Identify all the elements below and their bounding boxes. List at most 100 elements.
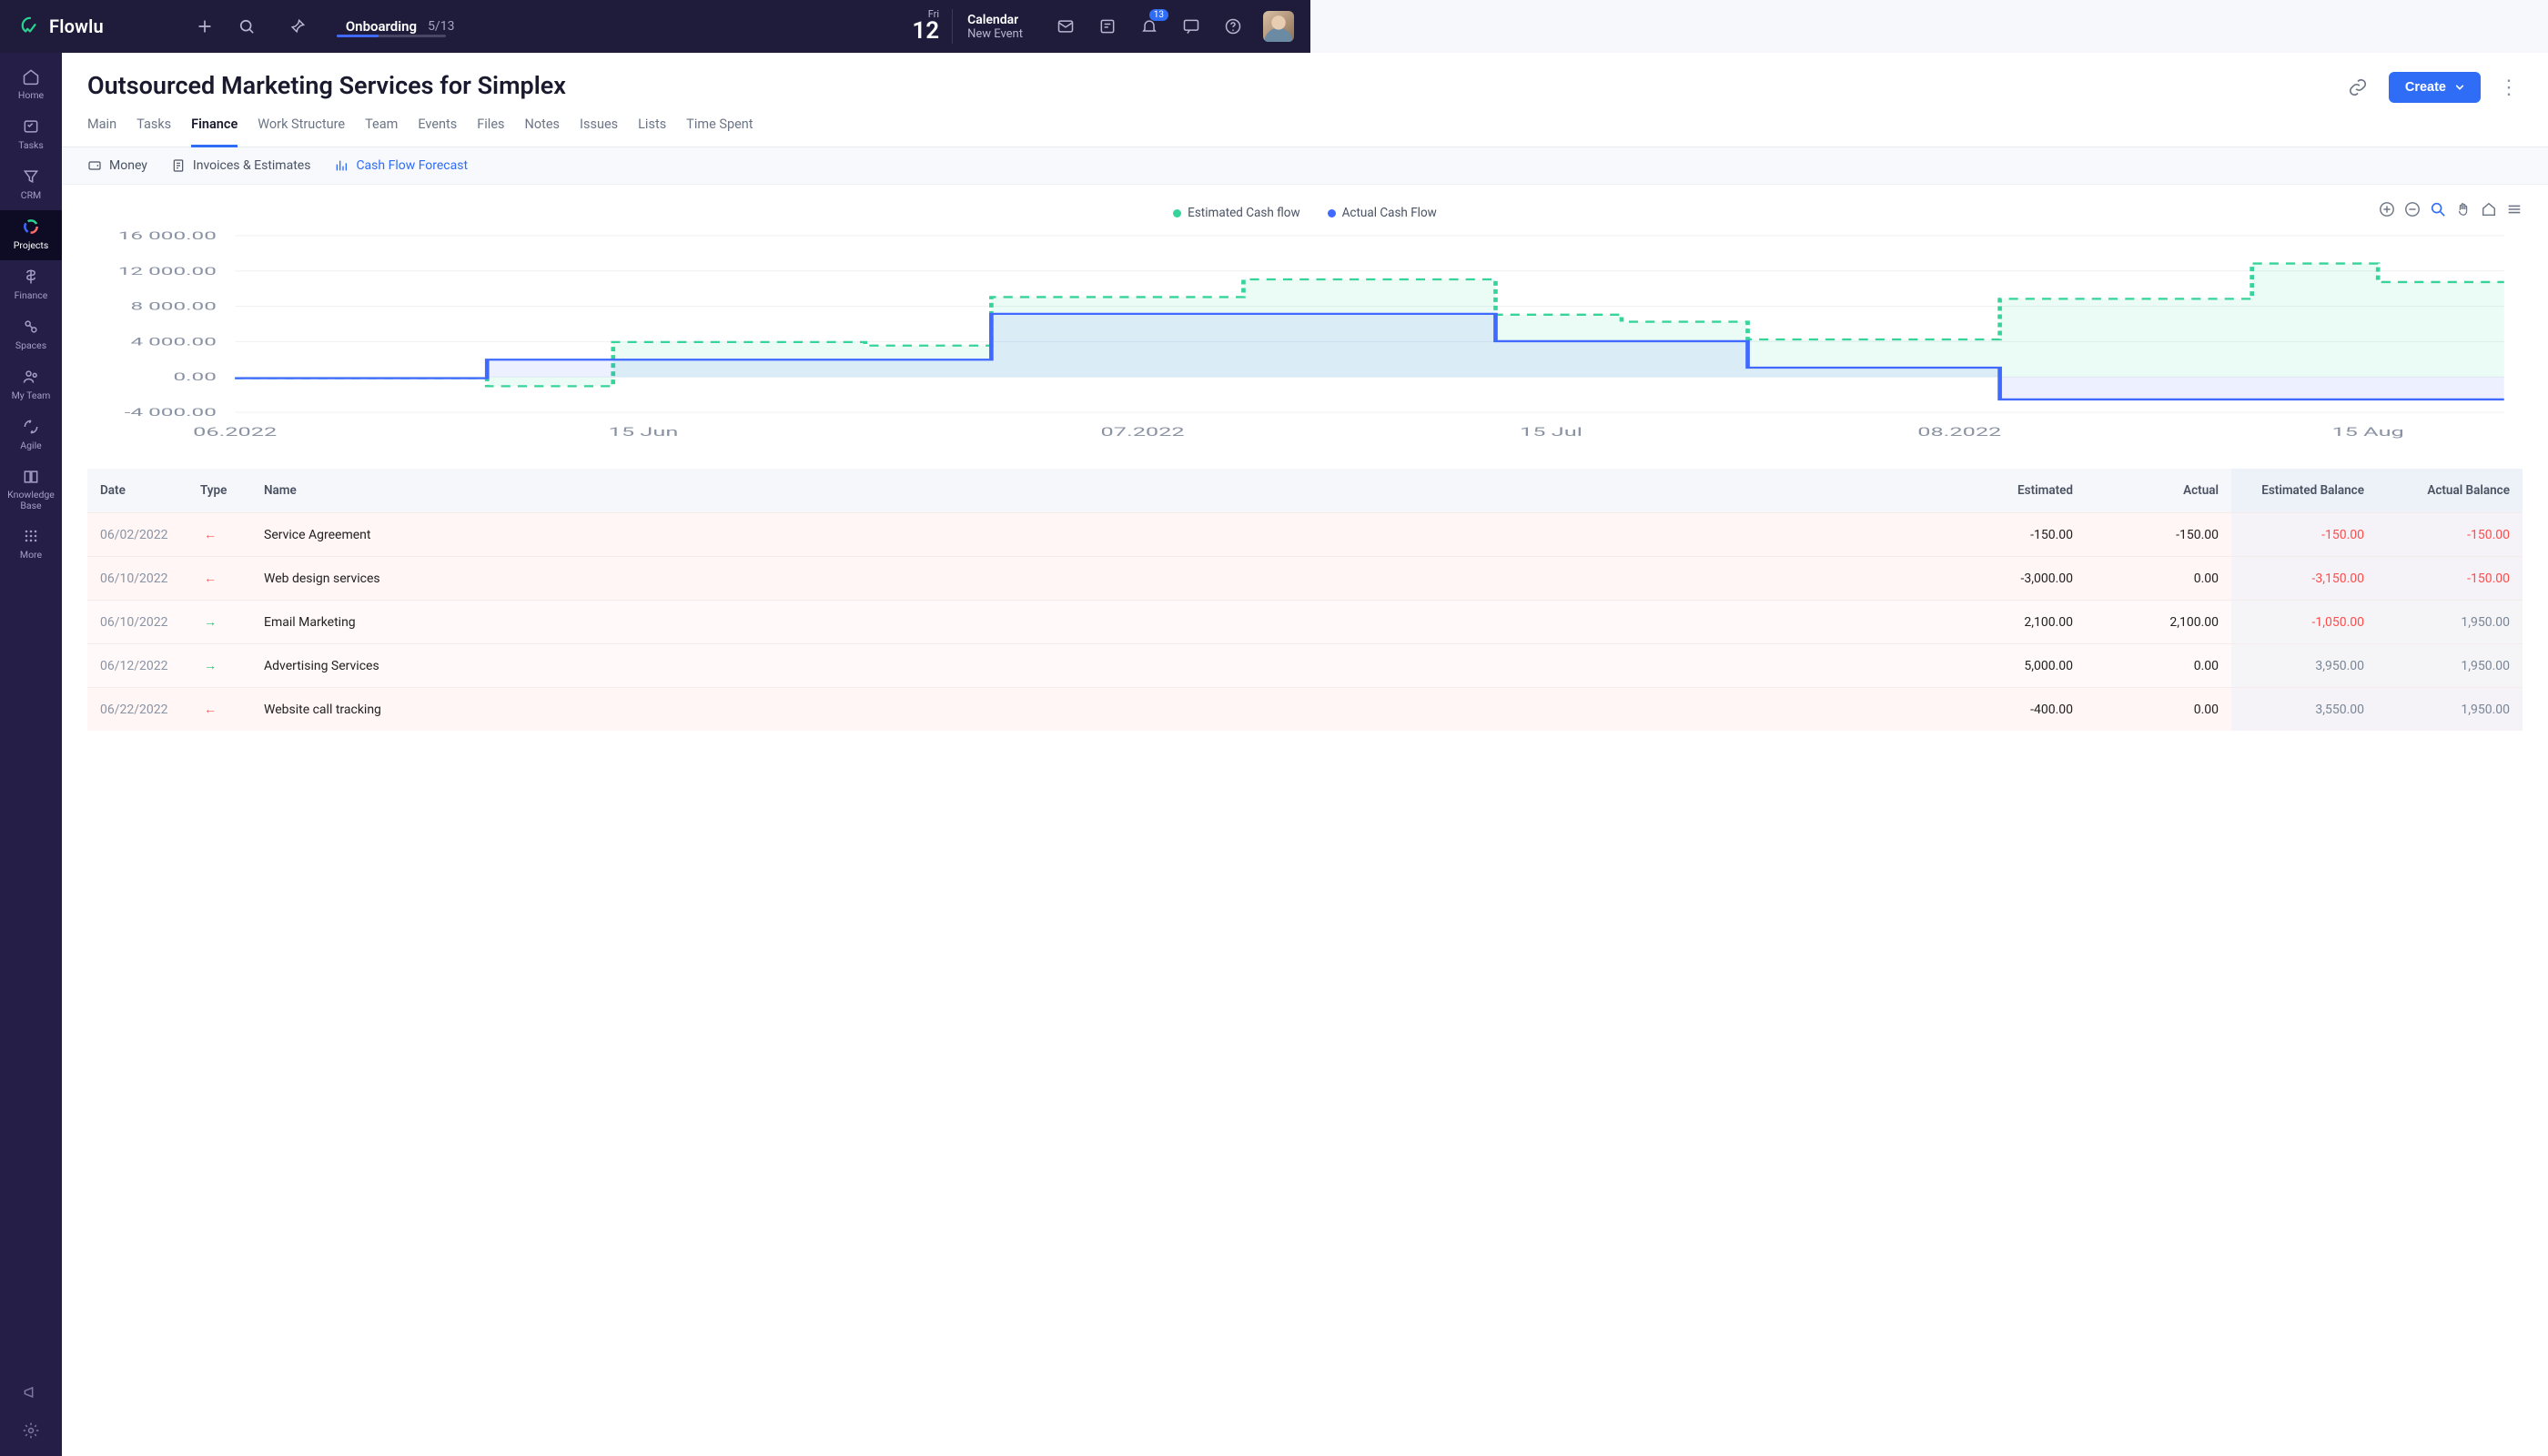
- th-actual-balance[interactable]: Actual Balance: [2377, 469, 2523, 513]
- notifications-button[interactable]: 13: [1138, 15, 1161, 38]
- megaphone-icon: [22, 1383, 40, 1401]
- inbox-button[interactable]: [1054, 15, 1077, 38]
- plus-icon: [196, 17, 214, 35]
- sidebar-item-label: Knowledge Base: [0, 490, 62, 511]
- help-icon: [1224, 17, 1242, 35]
- create-button-label: Create: [2405, 80, 2446, 95]
- calendar-block[interactable]: Calendar New Event: [967, 13, 1023, 41]
- chart-reset-button[interactable]: [2481, 201, 2497, 217]
- cell-estimated: -150.00: [1940, 513, 2086, 557]
- project-tabs: Main Tasks Finance Work Structure Team Events…: [62, 104, 2548, 147]
- more-actions-button[interactable]: ⋮: [2495, 83, 2523, 93]
- svg-text:07.2022: 07.2022: [1101, 425, 1185, 439]
- home-icon: [22, 67, 40, 86]
- chart-menu-button[interactable]: [2506, 201, 2523, 217]
- mail-icon: [1057, 17, 1075, 35]
- chart-pan-button[interactable]: [2455, 201, 2472, 217]
- arrow-left-icon: ←: [200, 702, 220, 717]
- legend-actual[interactable]: Actual Cash Flow: [1328, 206, 1437, 220]
- legend-estimated[interactable]: Estimated Cash flow: [1173, 206, 1299, 220]
- sidebar-item-label: CRM: [21, 189, 41, 201]
- tab-time-spent[interactable]: Time Spent: [686, 116, 753, 147]
- brand[interactable]: Flowlu: [20, 15, 104, 37]
- tab-tasks[interactable]: Tasks: [136, 116, 171, 147]
- th-name[interactable]: Name: [251, 469, 1940, 513]
- pin-button[interactable]: [286, 15, 309, 38]
- subtab-money[interactable]: Money: [87, 158, 147, 173]
- user-avatar[interactable]: [1263, 11, 1294, 42]
- page-title: Outsourced Marketing Services for Simple…: [87, 71, 566, 100]
- cell-date: 06/12/2022: [87, 644, 187, 688]
- tab-events[interactable]: Events: [418, 116, 457, 147]
- table-row[interactable]: 06/12/2022→Advertising Services5,000.000…: [87, 644, 2523, 688]
- table-row[interactable]: 06/10/2022→Email Marketing2,100.002,100.…: [87, 601, 2523, 644]
- svg-text:0.00: 0.00: [173, 370, 216, 383]
- onboarding-status[interactable]: Onboarding 5/13: [346, 18, 455, 35]
- search-button[interactable]: [235, 15, 258, 38]
- cell-estimated-balance: -150.00: [2231, 513, 2377, 557]
- sidebar-item-tasks[interactable]: Tasks: [0, 110, 62, 160]
- arrow-right-icon: →: [200, 614, 220, 630]
- svg-text:16 000.00: 16 000.00: [118, 229, 217, 242]
- tab-main[interactable]: Main: [87, 116, 116, 147]
- th-estimated-balance[interactable]: Estimated Balance: [2231, 469, 2377, 513]
- tab-finance[interactable]: Finance: [191, 116, 238, 147]
- sidebar-item-label: Projects: [14, 239, 49, 251]
- sidebar-item-label: Spaces: [15, 339, 46, 351]
- th-date[interactable]: Date: [87, 469, 187, 513]
- tab-files[interactable]: Files: [477, 116, 504, 147]
- th-estimated[interactable]: Estimated: [1940, 469, 2086, 513]
- sidebar-item-kb[interactable]: Knowledge Base: [0, 460, 62, 520]
- sidebar-item-crm[interactable]: CRM: [0, 160, 62, 210]
- sidebar-item-home[interactable]: Home: [0, 60, 62, 110]
- create-button[interactable]: Create: [2389, 72, 2481, 103]
- onboarding-progress: [337, 35, 446, 37]
- date-block[interactable]: Fri 12: [912, 9, 953, 44]
- sidebar-item-label: More: [20, 549, 42, 561]
- sidebar-item-agile[interactable]: Agile: [0, 410, 62, 460]
- cell-actual-balance: -150.00: [2377, 513, 2523, 557]
- chart-zoom-area-button[interactable]: [2430, 201, 2446, 217]
- gear-icon: [22, 1421, 40, 1440]
- home-small-icon: [2481, 201, 2497, 217]
- tab-issues[interactable]: Issues: [580, 116, 618, 147]
- cell-type: ←: [187, 688, 251, 732]
- chart-zoom-out-button[interactable]: [2404, 201, 2421, 217]
- add-button[interactable]: [193, 15, 217, 38]
- subtab-invoices[interactable]: Invoices & Estimates: [171, 158, 311, 173]
- cell-estimated-balance: -1,050.00: [2231, 601, 2377, 644]
- tab-notes[interactable]: Notes: [525, 116, 561, 147]
- invoice-icon: [171, 158, 186, 173]
- onboarding-label: Onboarding: [346, 18, 417, 35]
- sidebar-item-label: My Team: [12, 389, 51, 401]
- sidebar-item-more[interactable]: More: [0, 520, 62, 570]
- th-actual[interactable]: Actual: [2086, 469, 2231, 513]
- copy-link-button[interactable]: [2341, 71, 2374, 104]
- cell-date: 06/10/2022: [87, 601, 187, 644]
- chat-button[interactable]: [1179, 15, 1203, 38]
- spaces-icon: [22, 318, 40, 336]
- table-row[interactable]: 06/10/2022←Web design services-3,000.000…: [87, 557, 2523, 601]
- sidebar-item-myteam[interactable]: My Team: [0, 360, 62, 410]
- finance-subtabs: Money Invoices & Estimates Cash Flow For…: [62, 147, 2548, 185]
- sidebar-item-finance[interactable]: Finance: [0, 260, 62, 310]
- sidebar-item-spaces[interactable]: Spaces: [0, 310, 62, 360]
- table-row[interactable]: 06/02/2022←Service Agreement-150.00-150.…: [87, 513, 2523, 557]
- table-row[interactable]: 06/22/2022←Website call tracking-400.000…: [87, 688, 2523, 732]
- sidebar-feedback-button[interactable]: [22, 1383, 40, 1405]
- main-area: Outsourced Marketing Services for Simple…: [62, 53, 2548, 1456]
- th-type[interactable]: Type: [187, 469, 251, 513]
- subtab-cash-flow-forecast[interactable]: Cash Flow Forecast: [334, 158, 468, 173]
- cell-date: 06/10/2022: [87, 557, 187, 601]
- tab-work-structure[interactable]: Work Structure: [258, 116, 345, 147]
- wallet-icon: [87, 158, 102, 173]
- tab-lists[interactable]: Lists: [638, 116, 666, 147]
- cell-actual: 0.00: [2086, 557, 2231, 601]
- notepad-button[interactable]: [1096, 15, 1119, 38]
- cell-estimated: 2,100.00: [1940, 601, 2086, 644]
- sidebar-item-projects[interactable]: Projects: [0, 210, 62, 260]
- help-button[interactable]: [1221, 15, 1245, 38]
- sidebar-settings-button[interactable]: [22, 1421, 40, 1443]
- tab-team[interactable]: Team: [365, 116, 398, 147]
- chart-zoom-in-button[interactable]: [2379, 201, 2395, 217]
